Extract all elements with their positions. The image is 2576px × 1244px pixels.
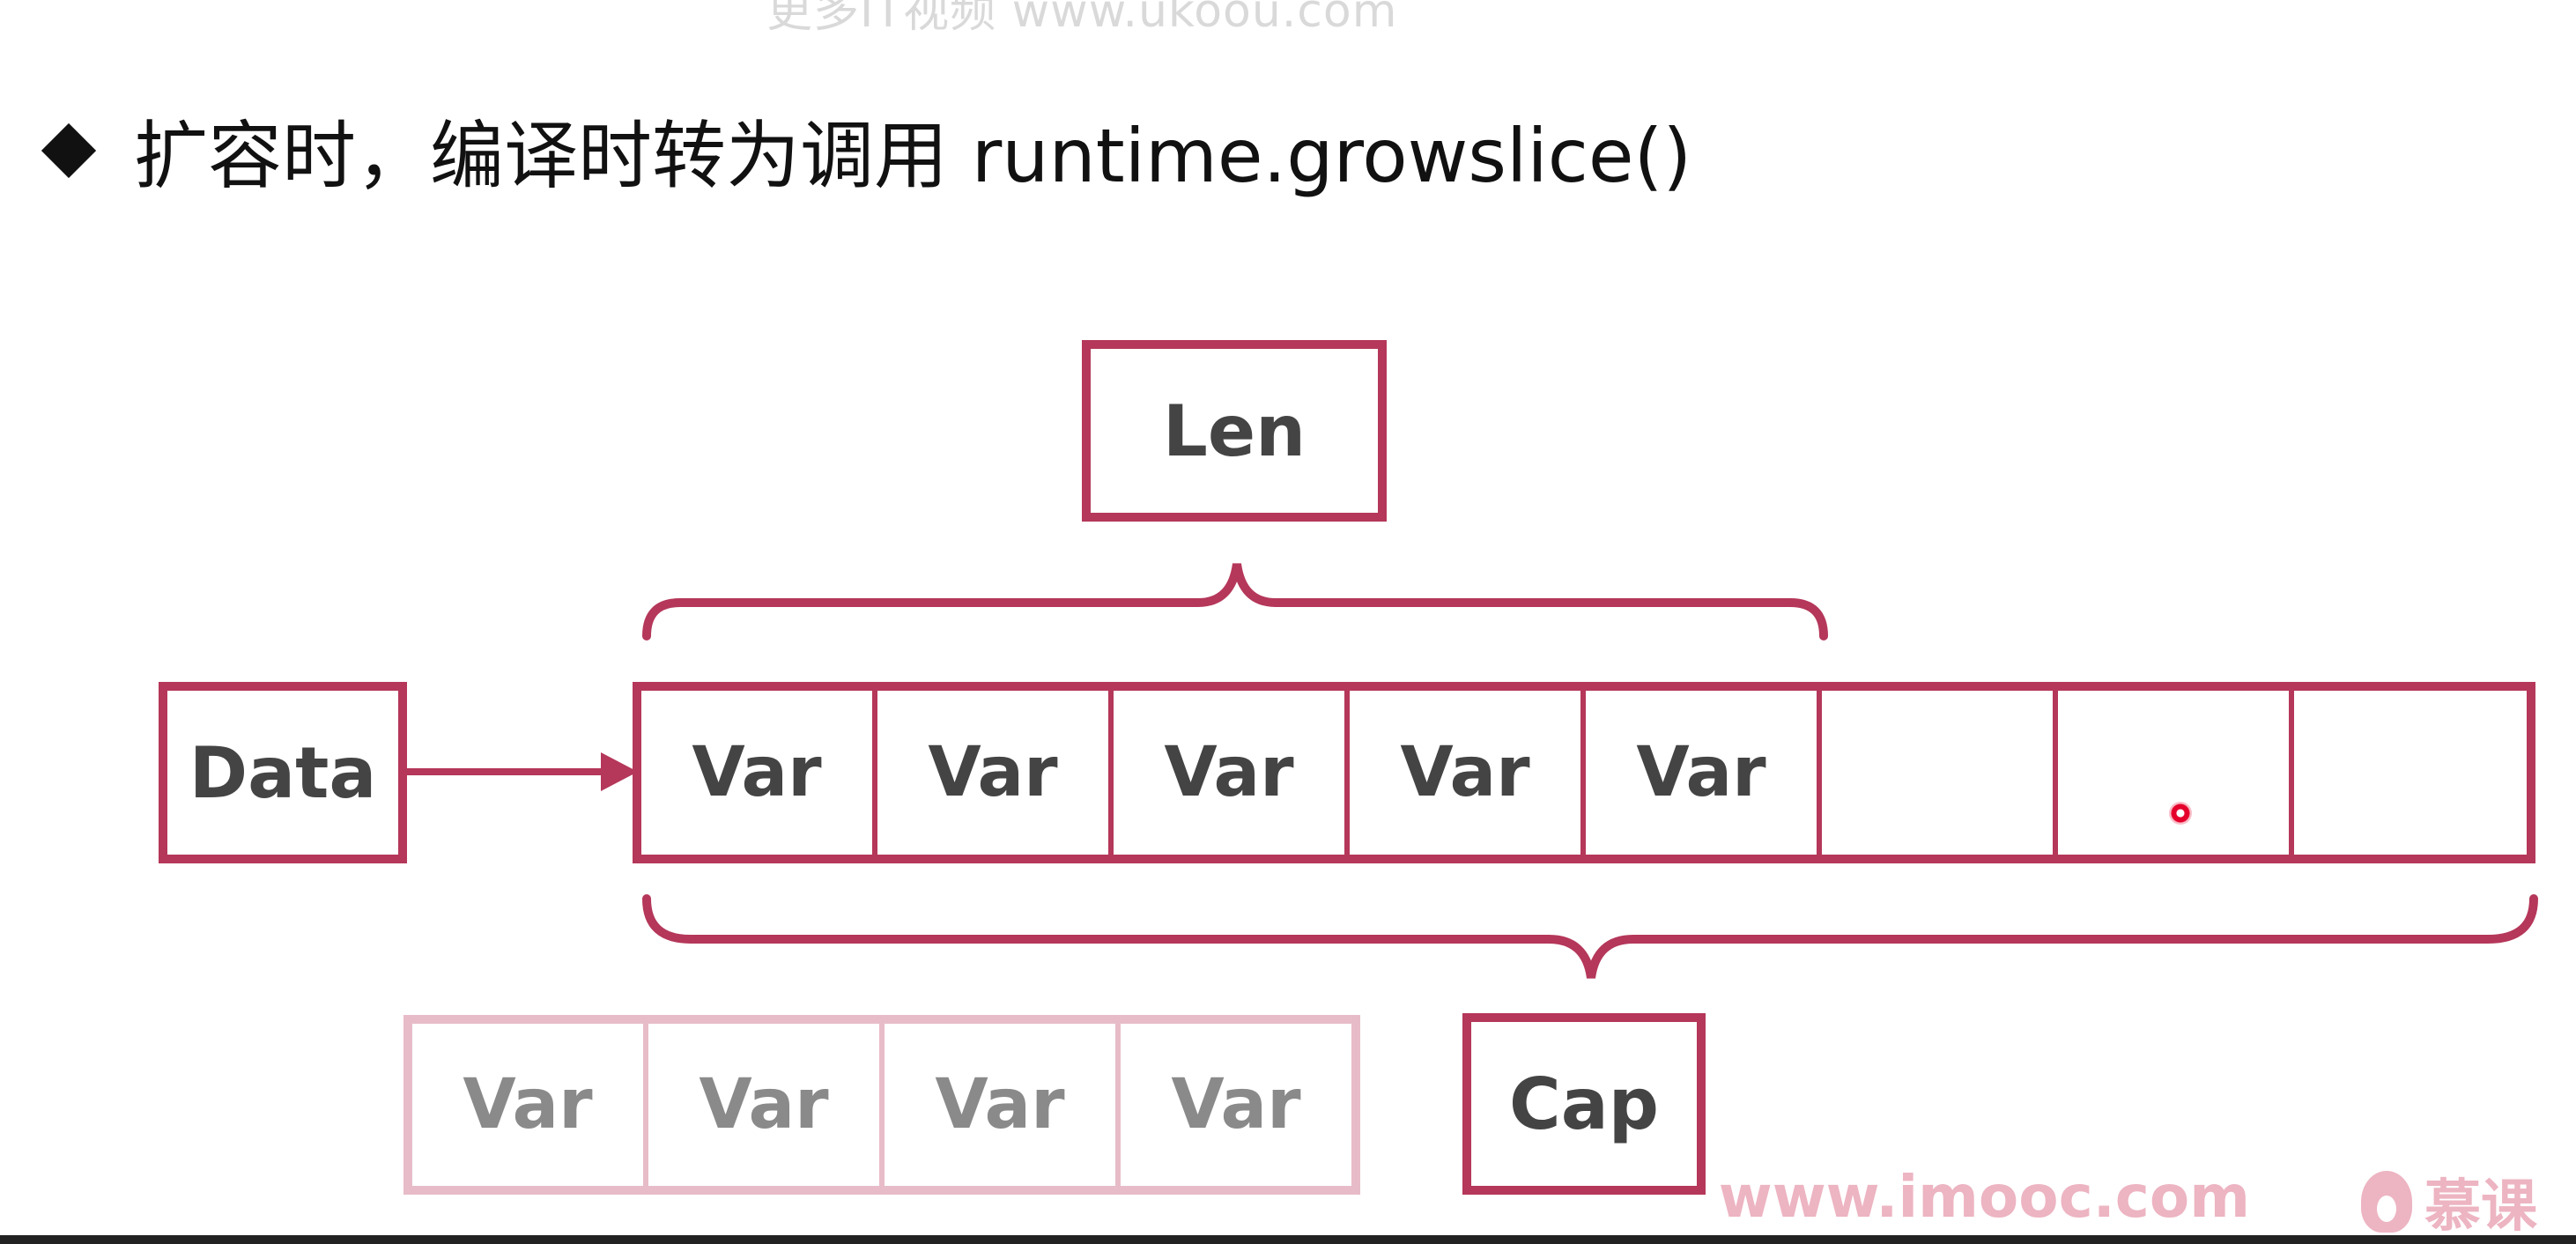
footer-url: www.imooc.com [1718, 1163, 2250, 1231]
main-array: Var Var Var Var Var [633, 682, 2535, 863]
brand-text: 慕课 [2424, 1174, 2537, 1240]
cap-box: Cap [1462, 1013, 1706, 1195]
main-cell: Var [1400, 733, 1530, 812]
pointer-dot-icon [2169, 802, 2192, 825]
old-cell: Var [699, 1065, 829, 1144]
main-cell [2058, 691, 2289, 855]
main-cell: Var [1164, 733, 1294, 812]
imooc-brand: 慕课 [2361, 1161, 2537, 1242]
old-cell: Var [463, 1065, 593, 1144]
main-cell: Var [1636, 733, 1766, 812]
data-box: Data [159, 682, 407, 863]
imooc-flame-icon [2361, 1171, 2412, 1233]
old-array: Var Var Var Var [403, 1015, 1360, 1195]
main-cell [1822, 691, 2053, 855]
data-label: Data [189, 731, 377, 814]
bottom-bar [0, 1235, 2576, 1244]
main-cell: Var [692, 733, 822, 812]
old-cell: Var [935, 1065, 1065, 1144]
main-cell [2294, 691, 2527, 855]
main-cell: Var [928, 733, 1058, 812]
old-cell: Var [1171, 1065, 1301, 1144]
brace-bottom-icon [642, 894, 2538, 979]
cap-label: Cap [1509, 1063, 1659, 1145]
brace-top-icon [642, 563, 1828, 641]
